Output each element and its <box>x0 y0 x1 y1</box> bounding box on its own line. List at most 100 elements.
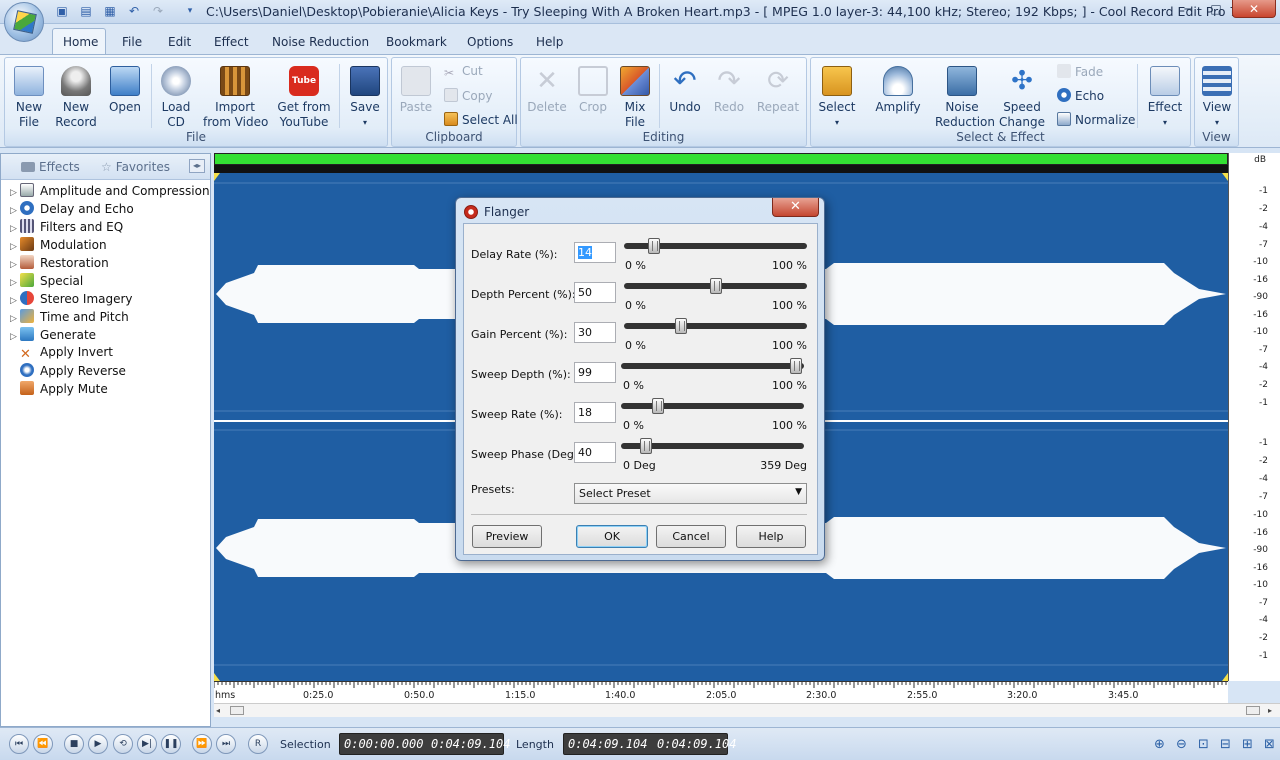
ok-button[interactable]: OK <box>576 525 648 548</box>
gain-percent-slider-thumb[interactable] <box>675 318 688 334</box>
normalize-button[interactable]: Normalize <box>1057 112 1135 127</box>
new-file-button[interactable]: New File <box>11 66 47 130</box>
effect-button[interactable]: Effect ▾ <box>1145 66 1185 130</box>
tab-noise-reduction[interactable]: Noise Reduction <box>272 35 369 49</box>
play-selection-icon[interactable]: ▶| <box>137 734 157 754</box>
sweep-phase-slider-thumb[interactable] <box>639 438 652 454</box>
stop-icon[interactable]: ■ <box>64 734 84 754</box>
loop-icon[interactable]: ⟲ <box>113 734 133 754</box>
tree-item-apply-invert[interactable]: ✕ Apply Invert <box>10 345 113 363</box>
save-icon[interactable]: ▦ <box>102 4 118 19</box>
mix-file-button[interactable]: Mix File <box>619 66 651 130</box>
tree-item-apply-reverse[interactable]: Apply Reverse <box>10 363 126 381</box>
skip-start-icon[interactable]: ⏮ <box>9 734 29 754</box>
dialog-close-button[interactable]: ✕ <box>772 198 819 217</box>
zoom-out-vertical-icon[interactable]: ⊠ <box>1261 736 1278 753</box>
scroll-left-icon[interactable]: ◂ <box>216 706 220 715</box>
minimize-button[interactable]: ─ <box>1176 0 1200 18</box>
tree-item-filters-eq[interactable]: ▷ Filters and EQ <box>10 219 123 237</box>
cut-button[interactable]: ✂ Cut <box>444 64 483 80</box>
tab-effect[interactable]: Effect <box>214 35 249 49</box>
open-icon[interactable]: ▤ <box>78 4 94 19</box>
scroll-thumb-end[interactable] <box>1246 706 1260 715</box>
undo-icon[interactable]: ↶ <box>126 4 142 19</box>
tree-item-generate[interactable]: ▷ Generate <box>10 327 96 345</box>
tab-bookmark[interactable]: Bookmark <box>386 35 447 49</box>
repeat-button[interactable]: ⟳ Repeat <box>755 66 801 115</box>
tree-item-amplitude[interactable]: ▷ Amplitude and Compression <box>10 183 210 201</box>
tree-item-stereo-imagery[interactable]: ▷ Stereo Imagery <box>10 291 133 309</box>
scroll-right-icon[interactable]: ▸ <box>1268 706 1272 715</box>
horizontal-scrollbar[interactable]: ◂ ▸ <box>214 703 1280 717</box>
zoom-in-vertical-icon[interactable]: ⊞ <box>1239 736 1256 753</box>
redo-button[interactable]: ↷ Redo <box>711 66 747 115</box>
tab-edit[interactable]: Edit <box>168 35 191 49</box>
new-icon[interactable]: ▣ <box>54 4 70 19</box>
sweep-depth-input[interactable]: 99 <box>574 362 616 383</box>
delete-button[interactable]: ✕ Delete <box>527 66 567 115</box>
gain-percent-input[interactable]: 30 <box>574 322 616 343</box>
app-menu-button[interactable] <box>4 2 44 42</box>
panel-toggle-button[interactable]: ◂▸ <box>189 159 205 173</box>
sweep-rate-slider-thumb[interactable] <box>651 398 664 414</box>
tab-file[interactable]: File <box>122 35 142 49</box>
skip-end-icon[interactable]: ⏭ <box>216 734 236 754</box>
select-all-button[interactable]: Select All <box>444 112 518 127</box>
tree-item-time-pitch[interactable]: ▷ Time and Pitch <box>10 309 129 327</box>
open-button[interactable]: Open <box>107 66 143 115</box>
scroll-thumb[interactable] <box>230 706 244 715</box>
tree-item-delay-echo[interactable]: ▷ Delay and Echo <box>10 201 134 219</box>
rewind-icon[interactable]: ⏪ <box>33 734 53 754</box>
tab-home[interactable]: Home <box>63 35 98 49</box>
zoom-selection-icon[interactable]: ⊡ <box>1195 736 1212 753</box>
sweep-rate-input[interactable]: 18 <box>574 402 616 423</box>
noise-reduction-button[interactable]: Noise Reduction <box>935 66 995 130</box>
tree-item-restoration[interactable]: ▷ Restoration <box>10 255 109 273</box>
tab-help[interactable]: Help <box>536 35 563 49</box>
tree-item-modulation[interactable]: ▷ Modulation <box>10 237 107 255</box>
customize-icon[interactable]: ▾ <box>182 4 198 19</box>
echo-button[interactable]: Echo <box>1057 88 1104 103</box>
pause-icon[interactable]: ❚❚ <box>161 734 181 754</box>
zoom-full-icon[interactable]: ⊟ <box>1217 736 1234 753</box>
presets-dropdown[interactable]: Select Preset ▼ <box>574 483 807 504</box>
zoom-out-icon[interactable]: ⊖ <box>1173 736 1190 753</box>
new-record-button[interactable]: New Record <box>55 66 97 130</box>
tab-effects[interactable]: Effects <box>21 160 80 174</box>
fast-forward-icon[interactable]: ⏩ <box>192 734 212 754</box>
maximize-button[interactable]: □ <box>1204 0 1228 18</box>
amplify-button[interactable]: Amplify <box>873 66 923 115</box>
depth-percent-slider-thumb[interactable] <box>709 278 722 294</box>
load-cd-button[interactable]: Load CD <box>157 66 195 130</box>
speed-change-button[interactable]: ✣ Speed Change <box>999 66 1045 130</box>
tab-favorites[interactable]: ☆ Favorites <box>101 160 170 174</box>
record-icon[interactable]: R <box>248 734 268 754</box>
sweep-depth-slider-thumb[interactable] <box>790 358 803 374</box>
sweep-rate-slider-track[interactable] <box>621 403 804 409</box>
preview-button[interactable]: Preview <box>472 525 542 548</box>
save-button[interactable]: Save ▾ <box>347 66 383 130</box>
import-video-button[interactable]: Import from Video <box>203 66 268 130</box>
select-button[interactable]: Select ▾ <box>817 66 857 130</box>
sweep-depth-slider-track[interactable] <box>621 363 804 369</box>
paste-button[interactable]: Paste <box>398 66 434 115</box>
view-button[interactable]: View ▾ <box>1200 66 1234 130</box>
help-button[interactable]: Help <box>736 525 806 548</box>
length-display[interactable]: 0:04:09.104 0:04:09.104 <box>563 733 736 755</box>
depth-percent-input[interactable]: 50 <box>574 282 616 303</box>
tab-options[interactable]: Options <box>467 35 513 49</box>
selection-display[interactable]: 0:00:00.000 0:04:09.104 <box>339 733 510 755</box>
delay-rate-slider-thumb[interactable] <box>647 238 660 254</box>
delay-rate-input[interactable]: 14 <box>574 242 616 263</box>
play-icon[interactable]: ▶ <box>88 734 108 754</box>
gain-percent-slider-track[interactable] <box>624 323 807 329</box>
copy-button[interactable]: Copy <box>444 88 492 103</box>
cancel-button[interactable]: Cancel <box>656 525 726 548</box>
sweep-phase-input[interactable]: 40 <box>574 442 616 463</box>
tree-item-special[interactable]: ▷ Special <box>10 273 83 291</box>
crop-button[interactable]: Crop <box>575 66 611 115</box>
zoom-in-icon[interactable]: ⊕ <box>1151 736 1168 753</box>
fade-button[interactable]: Fade <box>1057 64 1103 79</box>
undo-button[interactable]: ↶ Undo <box>667 66 703 115</box>
close-button[interactable]: ✕ <box>1232 0 1276 18</box>
